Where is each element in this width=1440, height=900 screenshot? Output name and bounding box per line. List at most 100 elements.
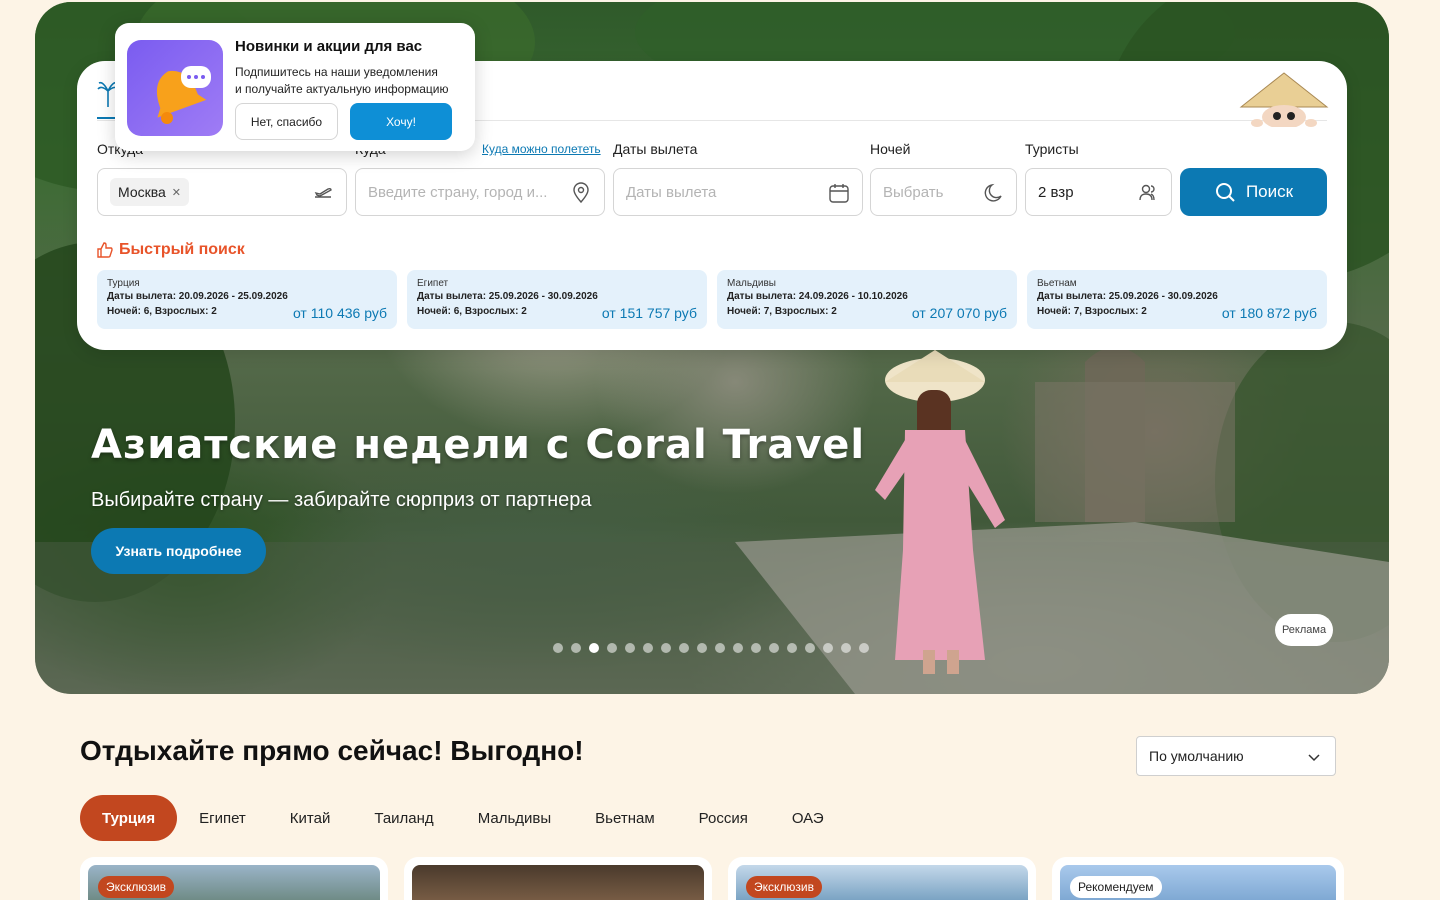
quick-offer-card[interactable]: Египет Даты вылета: 25.09.2026 - 30.09.2… [407, 270, 707, 329]
quick-search-title: Быстрый поиск [97, 241, 245, 259]
accept-button[interactable]: Хочу! [350, 103, 452, 140]
slider-dot[interactable] [715, 643, 725, 653]
learn-more-button[interactable]: Узнать подробнее [91, 528, 266, 574]
tab-uae[interactable]: ОАЭ [770, 795, 846, 841]
remove-chip-icon[interactable]: ✕ [172, 186, 181, 199]
search-icon [1215, 183, 1235, 202]
dates-label: Даты вылета [613, 141, 698, 157]
thumbs-up-icon [97, 242, 113, 258]
users-icon [1139, 184, 1155, 201]
slider-dot[interactable] [625, 643, 635, 653]
moon-icon [984, 183, 1002, 202]
slider-dot[interactable] [553, 643, 563, 653]
slider-dot[interactable] [787, 643, 797, 653]
slider-dot[interactable] [607, 643, 617, 653]
slider-dot[interactable] [679, 643, 689, 653]
offer-country: Египет [417, 278, 449, 289]
to-field[interactable]: Введите страну, город и... [355, 168, 605, 216]
sort-select[interactable]: По умолчанию [1136, 736, 1336, 776]
slider-dot[interactable] [697, 643, 707, 653]
notification-title: Новинки и акции для вас [235, 38, 423, 55]
tourists-field[interactable]: 2 взр [1025, 168, 1172, 216]
slider-dot[interactable] [823, 643, 833, 653]
slider-dot[interactable] [733, 643, 743, 653]
quick-offer-card[interactable]: Турция Даты вылета: 20.09.2026 - 25.09.2… [97, 270, 397, 329]
offer-price: от 110 436 руб [292, 305, 387, 321]
tab-thailand[interactable]: Таиланд [352, 795, 455, 841]
tour-image: Эксклюзив [736, 865, 1028, 900]
quick-offer-card[interactable]: Вьетнам Даты вылета: 25.09.2026 - 30.09.… [1027, 270, 1327, 329]
from-value: Москва [118, 184, 166, 200]
woman-figure-image [875, 350, 1005, 674]
tab-turkey[interactable]: Турция [80, 795, 178, 841]
offer-price: от 151 757 руб [601, 305, 697, 321]
tour-tag: Рекомендуем [1070, 876, 1162, 898]
slider-dot[interactable] [769, 643, 779, 653]
chevron-down-icon [1308, 754, 1320, 762]
search-button[interactable]: Поиск [1180, 168, 1327, 216]
notification-popup: Новинки и акции для вас Подпишитесь на н… [115, 23, 475, 151]
hero-title: Азиатские недели с Coral Travel [91, 422, 866, 468]
offer-country: Турция [107, 278, 140, 289]
offer-price: от 180 872 руб [1221, 305, 1317, 321]
tour-image: Рекомендуем [1060, 865, 1336, 900]
from-chip: Москва ✕ [110, 178, 190, 206]
slider-dot[interactable] [661, 643, 671, 653]
dates-input[interactable]: Даты вылета [626, 184, 716, 201]
tour-tag: Эксклюзив [98, 876, 174, 898]
calendar-icon [829, 184, 849, 203]
tour-tag: Эксклюзив [746, 876, 822, 898]
bell-icon [156, 66, 211, 124]
decline-button[interactable]: Нет, спасибо [235, 103, 338, 140]
tour-card[interactable]: Рекомендуем [1052, 857, 1344, 900]
offer-dates: Даты вылета: 25.09.2026 - 30.09.2026 [1037, 291, 1218, 302]
offer-price: от 207 070 руб [911, 305, 1007, 321]
quick-search-title-text: Быстрый поиск [119, 241, 245, 258]
offer-dates: Даты вылета: 20.09.2026 - 25.09.2026 [107, 291, 288, 302]
tourists-value: 2 взр [1038, 183, 1074, 201]
from-field[interactable]: Москва ✕ [97, 168, 347, 216]
tab-egypt[interactable]: Египет [177, 795, 268, 841]
country-tabs: Турция Египет Китай Таиланд Мальдивы Вье… [80, 795, 846, 841]
notification-image [127, 40, 223, 136]
slider-dot[interactable] [841, 643, 851, 653]
tour-image [412, 865, 704, 900]
slider-dot[interactable] [643, 643, 653, 653]
tab-china[interactable]: Китай [268, 795, 353, 841]
tour-card[interactable]: Эксклюзив [728, 857, 1036, 900]
deals-title: Отдыхайте прямо сейчас! Выгодно! [80, 735, 584, 766]
to-input[interactable]: Введите страну, город и... [368, 184, 547, 201]
notification-text-line: Подпишитесь на наши уведомления [235, 65, 438, 79]
hero-subtitle: Выбирайте страну — забирайте сюрприз от … [91, 489, 592, 511]
slider-dot[interactable] [751, 643, 761, 653]
tab-russia[interactable]: Россия [677, 795, 770, 841]
notification-text-line: и получайте актуальную информацию [235, 82, 449, 96]
dates-field[interactable]: Даты вылета [613, 168, 863, 216]
mascot-icon [1239, 72, 1329, 127]
tour-card[interactable] [404, 857, 712, 900]
nights-input[interactable]: Выбрать [883, 184, 943, 201]
offer-country: Мальдивы [727, 278, 776, 289]
map-pin-icon [573, 182, 589, 204]
slider-dots [553, 643, 869, 653]
quick-offer-card[interactable]: Мальдивы Даты вылета: 24.09.2026 - 10.10… [717, 270, 1017, 329]
offer-country: Вьетнам [1037, 278, 1077, 289]
search-button-label: Поиск [1245, 182, 1294, 201]
offer-dates: Даты вылета: 25.09.2026 - 30.09.2026 [417, 291, 598, 302]
nights-label: Ночей [870, 141, 911, 157]
slider-dot[interactable] [589, 643, 599, 653]
tour-card[interactable]: Эксклюзив [80, 857, 388, 900]
offer-dates: Даты вылета: 24.09.2026 - 10.10.2026 [727, 291, 908, 302]
notification-text: Подпишитесь на наши уведомления и получа… [235, 64, 463, 98]
slider-dot[interactable] [805, 643, 815, 653]
tourists-label: Туристы [1025, 141, 1079, 157]
ad-badge[interactable]: Реклама [1275, 614, 1333, 646]
tab-vietnam[interactable]: Вьетнам [573, 795, 676, 841]
tab-maldives[interactable]: Мальдивы [456, 795, 573, 841]
slider-dot[interactable] [859, 643, 869, 653]
nights-field[interactable]: Выбрать [870, 168, 1017, 216]
where-can-fly-link[interactable]: Куда можно полететь [482, 142, 601, 156]
slider-dot[interactable] [571, 643, 581, 653]
plane-takeoff-icon [314, 187, 332, 198]
tour-image: Эксклюзив [88, 865, 380, 900]
